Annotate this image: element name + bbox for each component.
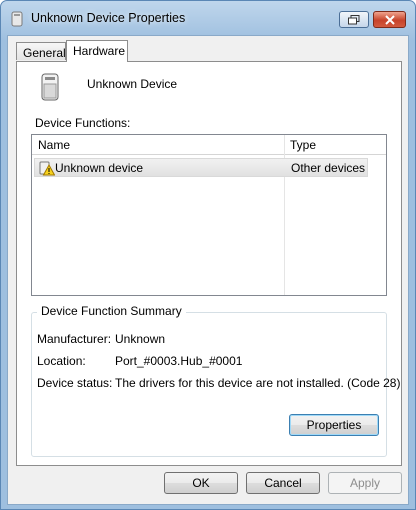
tab-general[interactable]: General	[16, 42, 66, 60]
close-icon	[384, 14, 395, 25]
summary-legend: Device Function Summary	[37, 304, 186, 318]
tab-hardware[interactable]: Hardware	[66, 40, 128, 62]
column-header-type[interactable]: Type	[290, 138, 316, 152]
list-item[interactable]: Unknown device Other devices	[34, 158, 368, 177]
device-functions-list[interactable]: Name Type Unknown device Other devices	[31, 134, 387, 296]
cancel-button[interactable]: Cancel	[246, 472, 320, 494]
manufacturer-value: Unknown	[115, 332, 166, 346]
column-header-name[interactable]: Name	[38, 138, 70, 152]
location-value: Port_#0003.Hub_#0001	[115, 354, 243, 368]
window-title: Unknown Device Properties	[31, 11, 186, 25]
tab-general-label: General	[23, 46, 66, 60]
device-icon	[11, 11, 23, 27]
cancel-button-label: Cancel	[264, 476, 302, 490]
unknown-device-icon	[41, 73, 59, 101]
device-status-label: Device status:	[37, 376, 113, 390]
apply-button[interactable]: Apply	[328, 472, 402, 494]
device-status-value: The drivers for this device are not inst…	[115, 376, 401, 390]
restore-icon	[348, 14, 360, 24]
properties-button-label: Properties	[306, 418, 362, 432]
dialog-client: General Hardware Unknown Device Device F…	[7, 35, 409, 505]
device-functions-label: Device Functions:	[35, 116, 131, 130]
ok-button[interactable]: OK	[164, 472, 238, 494]
location-label: Location:	[37, 354, 86, 368]
hardware-panel: Unknown Device Device Functions: Name Ty…	[16, 61, 402, 466]
ok-button-label: OK	[192, 476, 210, 490]
list-header: Name Type	[32, 135, 386, 155]
properties-button[interactable]: Properties	[289, 414, 379, 436]
title-bar[interactable]: Unknown Device Properties	[1, 1, 415, 37]
row-type: Other devices	[291, 161, 366, 175]
warning-icon	[39, 161, 55, 176]
properties-window: Unknown Device Properties General Hardwa…	[0, 0, 416, 510]
tab-hardware-label: Hardware	[73, 44, 126, 58]
manufacturer-label: Manufacturer:	[37, 332, 112, 346]
restore-button[interactable]	[339, 11, 369, 28]
device-name: Unknown Device	[87, 77, 178, 91]
row-name: Unknown device	[55, 161, 144, 175]
apply-button-label: Apply	[349, 476, 381, 490]
close-button[interactable]	[373, 11, 406, 28]
